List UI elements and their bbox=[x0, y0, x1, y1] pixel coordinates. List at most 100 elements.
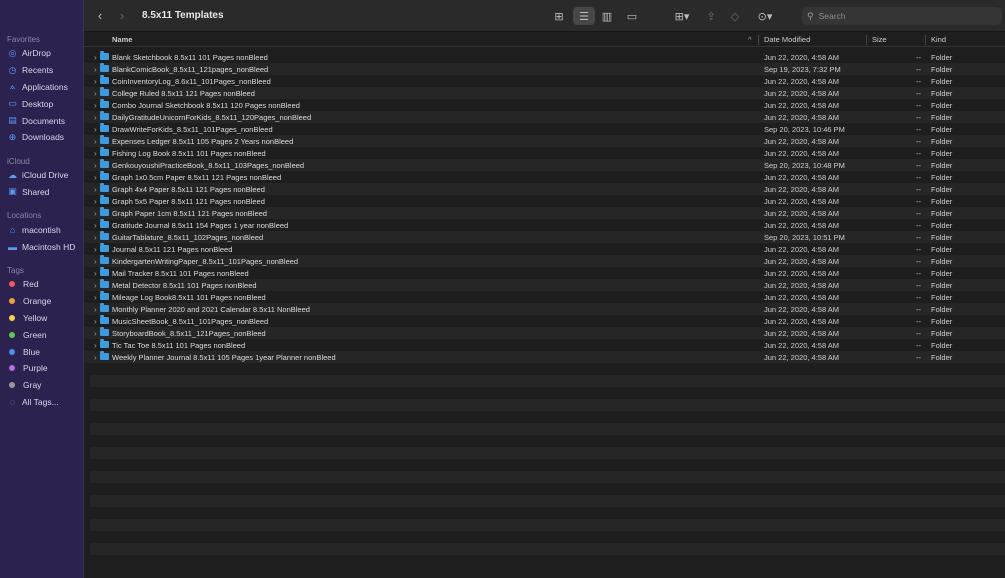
sidebar-item-macintosh-hd[interactable]: ▬ Macintosh HD bbox=[0, 238, 83, 255]
sidebar-tag-orange[interactable]: Orange bbox=[0, 293, 83, 310]
disclosure-chevron-icon[interactable]: › bbox=[94, 269, 97, 278]
disclosure-chevron-icon[interactable]: › bbox=[94, 101, 97, 110]
disclosure-chevron-icon[interactable]: › bbox=[94, 125, 97, 134]
sidebar-tag-gray[interactable]: Gray bbox=[0, 377, 83, 394]
column-view-button[interactable]: ▥ bbox=[598, 7, 616, 25]
disclosure-chevron-icon[interactable]: › bbox=[94, 173, 97, 182]
sidebar-item-desktop[interactable]: ▭ Desktop bbox=[0, 95, 83, 112]
disclosure-chevron-icon[interactable]: › bbox=[94, 353, 97, 362]
table-row[interactable]: › Graph Paper 1cm 8.5x11 121 Pages nonBle… bbox=[84, 207, 1005, 219]
group-by-button[interactable]: ⊞▾ bbox=[670, 7, 694, 25]
disclosure-chevron-icon[interactable]: › bbox=[94, 245, 97, 254]
table-row[interactable]: › Mail Tracker 8.5x11 101 Pages nonBleed J… bbox=[84, 267, 1005, 279]
folder-icon bbox=[100, 315, 109, 324]
column-header-date-modified[interactable]: Date Modified bbox=[764, 35, 810, 44]
column-divider[interactable] bbox=[758, 35, 759, 45]
table-row[interactable]: › DailyGratitudeUnicornForKids_8.5x11_120… bbox=[84, 111, 1005, 123]
disclosure-chevron-icon[interactable]: › bbox=[94, 233, 97, 242]
table-row[interactable]: › GuitarTablature_8.5x11_102Pages_nonBlee… bbox=[84, 231, 1005, 243]
table-row[interactable]: › Fishing Log Book 8.5x11 101 Pages nonBl… bbox=[84, 147, 1005, 159]
file-name: Gratitude Journal 8.5x11 154 Pages 1 yea… bbox=[112, 220, 289, 230]
disclosure-chevron-icon[interactable]: › bbox=[94, 329, 97, 338]
table-row[interactable]: › Metal Detector 8.5x11 101 Pages nonBlee… bbox=[84, 279, 1005, 291]
action-menu-button[interactable]: ⊙▾ bbox=[753, 7, 777, 25]
disclosure-chevron-icon[interactable]: › bbox=[94, 305, 97, 314]
column-header-kind[interactable]: Kind bbox=[931, 35, 946, 44]
sidebar-item-shared[interactable]: ▣ Shared bbox=[0, 184, 83, 201]
file-date-modified: Jun 22, 2020, 4:58 AM bbox=[764, 280, 840, 290]
table-row[interactable]: › CoinInventoryLog_8.6x11_101Pages_nonBle… bbox=[84, 75, 1005, 87]
sidebar-item-macontish[interactable]: ⌂ macontish bbox=[0, 221, 83, 238]
sidebar-item-label: Macintosh HD bbox=[22, 241, 76, 252]
table-row[interactable]: › Graph 4x4 Paper 8.5x11 121 Pages nonBle… bbox=[84, 183, 1005, 195]
sidebar-tag-yellow[interactable]: Yellow bbox=[0, 310, 83, 327]
gallery-view-button[interactable]: ▭ bbox=[623, 7, 641, 25]
sidebar-item-recents[interactable]: ◷ Recents bbox=[0, 62, 83, 79]
sidebar-item-label: All Tags... bbox=[22, 396, 59, 407]
file-name: Blank Sketchbook 8.5x11 101 Pages nonBle… bbox=[112, 52, 268, 62]
all-tags-icon: ◌ bbox=[9, 396, 16, 407]
disclosure-chevron-icon[interactable]: › bbox=[94, 65, 97, 74]
table-row[interactable]: › College Ruled 8.5x11 121 Pages nonBleed… bbox=[84, 87, 1005, 99]
sidebar-tag-red[interactable]: Red bbox=[0, 276, 83, 293]
table-row[interactable]: › BlankComicBook_8.5x11_121pages_nonBleed… bbox=[84, 63, 1005, 75]
disclosure-chevron-icon[interactable]: › bbox=[94, 293, 97, 302]
disclosure-chevron-icon[interactable]: › bbox=[94, 209, 97, 218]
table-row[interactable]: › Weekly Planner Journal 8.5x11 105 Pages… bbox=[84, 351, 1005, 363]
table-row[interactable]: › KindergartenWritingPaper_8.5x11_101Page… bbox=[84, 255, 1005, 267]
disclosure-chevron-icon[interactable]: › bbox=[94, 53, 97, 62]
table-row[interactable]: › Expenses Ledger 8.5x11 105 Pages 2 Year… bbox=[84, 135, 1005, 147]
disclosure-chevron-icon[interactable]: › bbox=[94, 317, 97, 326]
sidebar-item-applications[interactable]: ⟑ Applications bbox=[0, 79, 83, 96]
column-divider[interactable] bbox=[925, 35, 926, 45]
sidebar-tag-green[interactable]: Green bbox=[0, 326, 83, 343]
search-input[interactable] bbox=[818, 11, 989, 21]
sidebar-item-documents[interactable]: ▤ Documents bbox=[0, 112, 83, 129]
disclosure-chevron-icon[interactable]: › bbox=[94, 77, 97, 86]
disclosure-chevron-icon[interactable]: › bbox=[94, 137, 97, 146]
disclosure-chevron-icon[interactable]: › bbox=[94, 281, 97, 290]
list-view-button[interactable]: ☰ bbox=[573, 7, 595, 25]
column-divider[interactable] bbox=[866, 35, 867, 45]
sidebar-item-airdrop[interactable]: ◎ AirDrop bbox=[0, 45, 83, 62]
column-header-size[interactable]: Size bbox=[872, 35, 887, 44]
table-row[interactable]: › Combo Journal Sketchbook 8.5x11 120 Pag… bbox=[84, 99, 1005, 111]
sidebar-tag-purple[interactable]: Purple bbox=[0, 360, 83, 377]
table-row[interactable]: › StoryboardBook_8.5x11_121Pages_nonBleed… bbox=[84, 327, 1005, 339]
folder-icon bbox=[100, 111, 109, 120]
table-row[interactable]: › Mileage Log Book8.5x11 101 Pages nonBle… bbox=[84, 291, 1005, 303]
table-row[interactable]: › Graph 1x0.5cm Paper 8.5x11 121 Pages no… bbox=[84, 171, 1005, 183]
tag-button[interactable]: ◇ bbox=[727, 7, 743, 25]
table-row[interactable]: › Graph 5x5 Paper 8.5x11 121 Pages nonBle… bbox=[84, 195, 1005, 207]
disclosure-chevron-icon[interactable]: › bbox=[94, 185, 97, 194]
table-row[interactable]: › Journal 8.5x11 121 Pages nonBleed Jun 22… bbox=[84, 243, 1005, 255]
tag-dot-icon bbox=[9, 314, 15, 321]
disclosure-chevron-icon[interactable]: › bbox=[94, 161, 97, 170]
table-row[interactable]: › GenkouyoushiPracticeBook_8.5x11_103Page… bbox=[84, 159, 1005, 171]
share-button[interactable]: ⇪ bbox=[703, 7, 719, 25]
sidebar-item-icloud-drive[interactable]: ☁ iCloud Drive bbox=[0, 167, 83, 184]
search-field[interactable]: ⚲ bbox=[802, 7, 1002, 25]
disclosure-chevron-icon[interactable]: › bbox=[94, 341, 97, 350]
disclosure-chevron-icon[interactable]: › bbox=[94, 113, 97, 122]
column-header-name[interactable]: Name bbox=[112, 35, 132, 44]
table-row[interactable]: › Gratitude Journal 8.5x11 154 Pages 1 ye… bbox=[84, 219, 1005, 231]
file-size: -- bbox=[916, 76, 921, 86]
disclosure-chevron-icon[interactable]: › bbox=[94, 197, 97, 206]
table-row[interactable]: › Blank Sketchbook 8.5x11 101 Pages nonBl… bbox=[84, 51, 1005, 63]
forward-button[interactable]: › bbox=[114, 8, 130, 24]
folder-icon bbox=[100, 327, 109, 336]
disclosure-chevron-icon[interactable]: › bbox=[94, 221, 97, 230]
table-row[interactable]: › Monthly Planner 2020 and 2021 Calendar … bbox=[84, 303, 1005, 315]
table-row[interactable]: › MusicSheetBook_8.5x11_101Pages_nonBleed… bbox=[84, 315, 1005, 327]
sidebar-item-downloads[interactable]: ⊕ Downloads bbox=[0, 129, 83, 146]
disclosure-chevron-icon[interactable]: › bbox=[94, 257, 97, 266]
icon-view-button[interactable]: ⊞ bbox=[550, 7, 568, 25]
back-button[interactable]: ‹ bbox=[92, 8, 108, 24]
sidebar-item-all-tags[interactable]: ◌ All Tags... bbox=[0, 394, 83, 411]
table-row[interactable]: › Tic Tac Toe 8.5x11 101 Pages nonBleed Ju… bbox=[84, 339, 1005, 351]
table-row[interactable]: › DrawWriteForKids_8.5x11_101Pages_nonBle… bbox=[84, 123, 1005, 135]
sidebar-tag-blue[interactable]: Blue bbox=[0, 343, 83, 360]
disclosure-chevron-icon[interactable]: › bbox=[94, 89, 97, 98]
disclosure-chevron-icon[interactable]: › bbox=[94, 149, 97, 158]
